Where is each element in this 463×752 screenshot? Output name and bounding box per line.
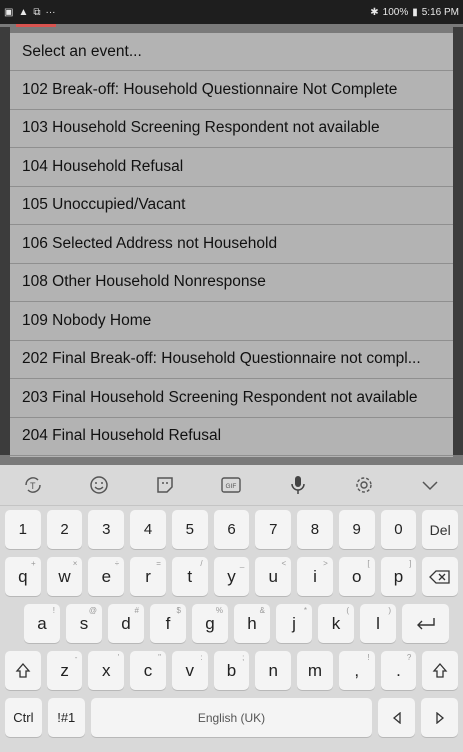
event-item-204[interactable]: 204 Final Household Refusal <box>10 418 453 456</box>
event-list-header[interactable]: Select an event... <box>10 33 453 71</box>
key-2[interactable]: 2 <box>46 510 83 549</box>
key-o[interactable]: [o <box>338 557 375 596</box>
key-h[interactable]: & h <box>234 604 270 643</box>
status-right: ✱ 100% ▮ 5:16 PM <box>370 7 459 18</box>
event-item-109[interactable]: 109 Nobody Home <box>10 302 453 341</box>
delete-key[interactable]: Del <box>422 510 459 549</box>
more-icon: ··· <box>45 6 56 18</box>
key-j[interactable]: * j <box>276 604 312 643</box>
key-3[interactable]: 3 <box>88 510 125 549</box>
key-l[interactable]: ) l <box>360 604 396 643</box>
enter-key[interactable] <box>402 604 449 643</box>
number-row: 1 2 3 4 5 6 7 8 9 0 Del <box>4 510 459 549</box>
key-k[interactable]: (k <box>318 604 354 643</box>
battery-icon: ▮ <box>412 6 418 18</box>
on-screen-keyboard: T GIF 1 2 3 4 5 6 7 8 9 0 Del + q × w ÷ … <box>0 465 463 752</box>
collapse-icon[interactable] <box>410 469 450 501</box>
microphone-icon[interactable] <box>278 469 318 501</box>
key-comma[interactable]: !, <box>338 651 375 690</box>
bottom-row: Ctrl !#1 English (UK) <box>5 698 458 737</box>
key-d[interactable]: # d <box>108 604 144 643</box>
key-p[interactable]: ] p <box>380 557 417 596</box>
svg-text:GIF: GIF <box>226 483 237 490</box>
warning-icon: ▲ <box>18 6 29 18</box>
arrow-right-icon <box>435 711 444 724</box>
event-item-203[interactable]: 203 Final Household Screening Respondent… <box>10 379 453 418</box>
shift-icon <box>15 662 31 678</box>
key-a[interactable]: ! a <box>24 604 60 643</box>
key-f[interactable]: $ f <box>150 604 186 643</box>
key-z[interactable]: -z <box>46 651 83 690</box>
key-u[interactable]: < u <box>255 557 292 596</box>
event-select-list: Select an event... 102 Break-off: Househ… <box>10 33 453 457</box>
svg-text:T: T <box>30 481 36 491</box>
bluetooth-icon: ✱ <box>370 6 379 18</box>
backspace-icon <box>429 569 450 584</box>
event-item-106[interactable]: 106 Selected Address not Household <box>10 225 453 264</box>
gif-icon[interactable]: GIF <box>211 469 251 501</box>
cast-icon: ⧉ <box>33 6 41 18</box>
key-9[interactable]: 9 <box>338 510 375 549</box>
key-m[interactable]: m <box>297 651 333 690</box>
key-q[interactable]: + q <box>4 557 41 596</box>
event-item-102[interactable]: 102 Break-off: Household Questionnaire N… <box>10 71 453 110</box>
key-i[interactable]: > i <box>297 557 333 596</box>
ctrl-key[interactable]: Ctrl <box>5 698 42 737</box>
letter-row-3: -z ' x " c :v ; b n m !, ?. <box>4 651 459 690</box>
key-period[interactable]: ?. <box>380 651 417 690</box>
battery-percent: 100% <box>382 6 409 18</box>
key-0[interactable]: 0 <box>380 510 417 549</box>
tab-indicator <box>16 24 56 27</box>
clock: 5:16 PM <box>421 6 459 18</box>
key-s[interactable]: @ s <box>66 604 102 643</box>
key-5[interactable]: 5 <box>171 510 208 549</box>
key-7[interactable]: 7 <box>255 510 292 549</box>
letter-row-1: + q × w ÷ e = r / t _ y < u > i [o ] p <box>4 557 459 596</box>
key-y[interactable]: _ y <box>213 557 250 596</box>
translate-icon[interactable]: T <box>13 469 53 501</box>
status-left-icons: ▣ ▲ ⧉ ··· <box>4 7 56 18</box>
event-item-105[interactable]: 105 Unoccupied/Vacant <box>10 187 453 225</box>
event-item-104[interactable]: 104 Household Refusal <box>10 148 453 187</box>
event-item-108[interactable]: 108 Other Household Nonresponse <box>10 264 453 302</box>
cursor-left-key[interactable] <box>378 698 416 737</box>
key-6[interactable]: 6 <box>213 510 250 549</box>
key-4[interactable]: 4 <box>130 510 166 549</box>
image-icon: ▣ <box>4 6 14 18</box>
status-bar: ▣ ▲ ⧉ ··· ✱ 100% ▮ 5:16 PM <box>0 0 463 24</box>
key-e[interactable]: ÷ e <box>88 557 125 596</box>
dim-overlay-left <box>0 27 10 455</box>
event-item-202[interactable]: 202 Final Break-off: Household Questionn… <box>10 341 453 379</box>
keyboard-toolbar: T GIF <box>0 465 463 506</box>
key-n[interactable]: n <box>255 651 292 690</box>
enter-icon <box>416 617 435 629</box>
dim-overlay-right <box>453 27 463 455</box>
symbols-key[interactable]: !#1 <box>47 698 85 737</box>
event-item-103[interactable]: 103 Household Screening Respondent not a… <box>10 110 453 148</box>
cursor-right-key[interactable] <box>421 698 458 737</box>
sticker-icon[interactable] <box>145 469 185 501</box>
keyboard-keys: 1 2 3 4 5 6 7 8 9 0 Del + q × w ÷ e = r / t _… <box>0 506 463 737</box>
arrow-left-icon <box>392 711 401 724</box>
key-v[interactable]: :v <box>171 651 208 690</box>
key-8[interactable]: 8 <box>297 510 333 549</box>
space-bar[interactable]: English (UK) <box>90 698 373 737</box>
key-w[interactable]: × w <box>46 557 83 596</box>
shift-icon <box>432 662 448 678</box>
letter-row-2: ! a @ s # d $ f % g & h * j (k ) l <box>5 604 458 643</box>
key-c[interactable]: " c <box>130 651 166 690</box>
settings-icon[interactable] <box>344 469 384 501</box>
key-1[interactable]: 1 <box>4 510 41 549</box>
shift-key-left[interactable] <box>4 651 41 690</box>
key-b[interactable]: ; b <box>213 651 250 690</box>
key-x[interactable]: ' x <box>88 651 125 690</box>
emoji-icon[interactable] <box>79 469 119 501</box>
key-g[interactable]: % g <box>192 604 228 643</box>
shift-key-right[interactable] <box>422 651 459 690</box>
backspace-key[interactable] <box>422 557 459 596</box>
key-t[interactable]: / t <box>171 557 208 596</box>
key-r[interactable]: = r <box>130 557 166 596</box>
